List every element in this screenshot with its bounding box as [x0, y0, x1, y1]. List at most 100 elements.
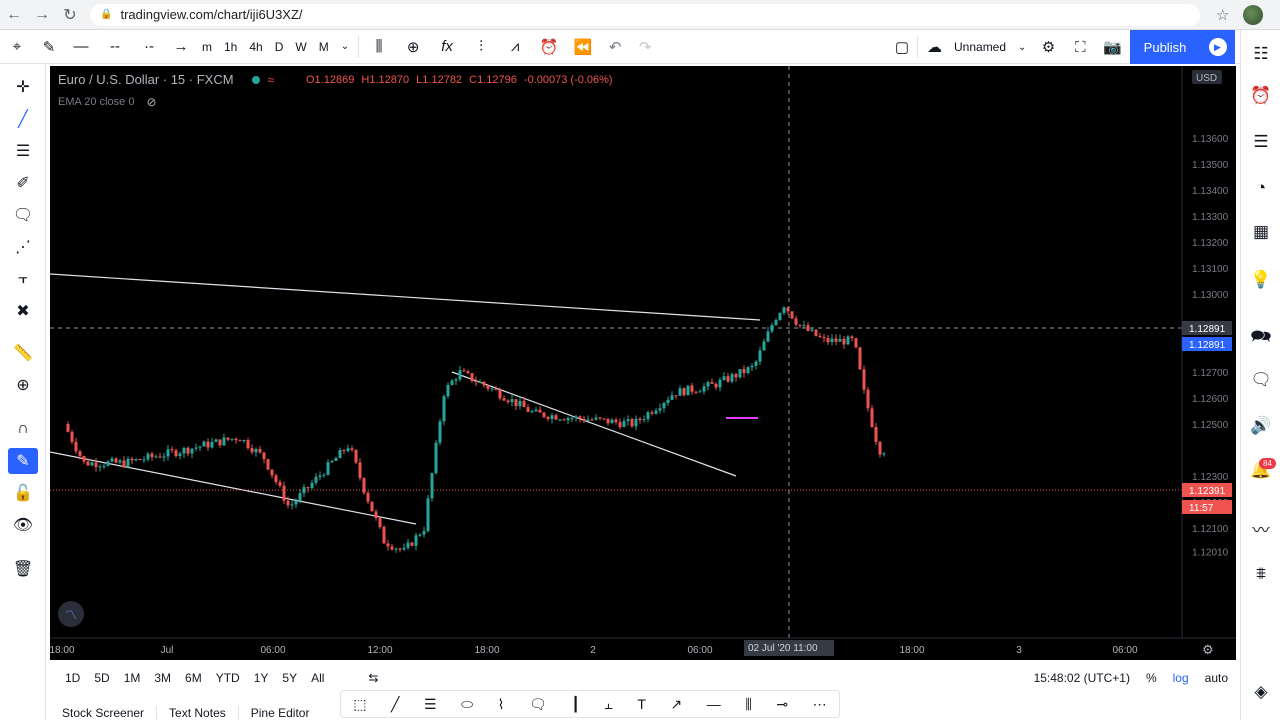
line-tool-icon[interactable]: ╱ [391, 696, 399, 713]
ellipse-icon[interactable]: ⬭ [461, 696, 473, 713]
line-style-3-icon[interactable]: ·- [132, 30, 166, 64]
interval-4h[interactable]: 4h [243, 30, 268, 64]
ray-icon[interactable]: ⊸ [776, 696, 788, 713]
clock-time[interactable]: 15:48:02 (UTC+1) [1034, 671, 1130, 685]
watchlist-icon[interactable]: ☷ [1249, 42, 1273, 66]
address-bar[interactable]: 🔒 tradingview.com/chart/iji6U3XZ/ [90, 3, 1200, 26]
interval-w[interactable]: W [289, 30, 312, 64]
tab-text-notes[interactable]: Text Notes [156, 706, 238, 720]
data-window-icon[interactable]: ☰ [1249, 130, 1273, 154]
interval-mo[interactable]: M [313, 30, 335, 64]
trend-icon[interactable]: 〰 [1249, 516, 1273, 540]
ruler-icon[interactable]: 📏 [8, 340, 38, 366]
range-3m[interactable]: 3M [147, 671, 178, 685]
back-icon[interactable]: ← [0, 1, 28, 29]
forecast-icon[interactable]: ⫟ [8, 266, 38, 292]
compare-icon[interactable]: ⊕ [396, 30, 430, 64]
chat-icon[interactable]: 🗪 [1249, 326, 1273, 350]
templates-icon[interactable]: ⩘ [498, 30, 532, 64]
path-icon[interactable]: ⌇ [498, 696, 505, 713]
publish-button[interactable]: Publish [1130, 30, 1200, 64]
settings-gear-icon[interactable]: ⚙ [1032, 30, 1064, 64]
streams-icon[interactable]: 🔊 [1249, 414, 1273, 438]
forward-icon[interactable]: → [28, 1, 56, 29]
parallel-icon[interactable]: ☰ [424, 696, 437, 713]
goto-date-icon[interactable]: ⇆ [361, 671, 385, 685]
tab-pine-editor[interactable]: Pine Editor [237, 706, 322, 720]
range-ytd[interactable]: YTD [209, 671, 247, 685]
redo-icon[interactable]: ↷ [630, 30, 660, 64]
tab-stock-screener[interactable]: Stock Screener [50, 706, 156, 720]
lock-drawings-icon[interactable]: 🔓 [8, 480, 38, 506]
close-icon[interactable]: ✖ [8, 298, 38, 324]
cross-cursor-icon[interactable]: ✛ [8, 74, 38, 100]
messages-icon[interactable]: 🗨 [1249, 368, 1273, 392]
candle-type-icon[interactable]: ⫼ [362, 30, 396, 64]
hotlist-icon[interactable]: ◔ [1249, 176, 1273, 200]
reload-icon[interactable]: ↻ [56, 1, 84, 29]
line-style-2-icon[interactable]: -- [98, 30, 132, 64]
layers-icon[interactable]: ◈ [1249, 680, 1273, 704]
indicator-legend[interactable]: EMA 20 close 0 ⊘ [58, 95, 157, 109]
candles-icon[interactable]: ⫼ [745, 696, 751, 713]
play-button[interactable]: ▶ [1200, 30, 1235, 64]
hide-drawings-icon[interactable]: 👁 [8, 512, 38, 538]
range-5d[interactable]: 5D [87, 671, 116, 685]
alarm-icon[interactable]: ⏰ [1249, 84, 1273, 108]
stay-in-drawing-mode-icon[interactable]: ✎ [8, 448, 38, 474]
price-chart-svg[interactable]: 1.13600 1.13500 1.13400 1.13300 1.13200 1.131… [50, 66, 1236, 660]
undo-icon[interactable]: ↶ [600, 30, 630, 64]
percent-toggle[interactable]: % [1146, 671, 1157, 685]
profile-avatar[interactable] [1243, 4, 1264, 25]
rect-select-icon[interactable]: ⬚ [353, 696, 366, 713]
range-1y[interactable]: 1Y [247, 671, 276, 685]
range-5y[interactable]: 5Y [275, 671, 304, 685]
crosshair-icon[interactable]: ⌖ [0, 30, 34, 64]
line-style-4-icon[interactable]: → [166, 30, 196, 64]
auto-toggle[interactable]: auto [1205, 671, 1228, 685]
zoom-icon[interactable]: ⊕ [8, 372, 38, 398]
horizontal-line-icon[interactable]: — [707, 696, 721, 712]
select-layout-icon[interactable]: ▢ [890, 30, 914, 64]
hidden-eye-icon[interactable]: ⊘ [146, 95, 156, 109]
vertical-line-icon[interactable]: ┃ [571, 696, 579, 713]
log-toggle[interactable]: log [1173, 671, 1189, 685]
range-1m[interactable]: 1M [117, 671, 148, 685]
financials-icon[interactable]: ⫶ [464, 30, 498, 64]
fullscreen-icon[interactable]: ⛶ [1064, 30, 1096, 64]
chart-pane[interactable]: 1.13600 1.13500 1.13400 1.13300 1.13200 1.131… [50, 66, 1236, 660]
layout-chevron-icon[interactable]: ⌄ [1012, 30, 1032, 64]
camera-icon[interactable]: 📷 [1096, 30, 1128, 64]
pencil-icon[interactable]: ✎ [34, 30, 64, 64]
more-tools-icon[interactable]: ⋯ [813, 696, 827, 713]
trash-icon[interactable]: 🗑 [8, 556, 38, 582]
trend-line-icon[interactable]: ╱ [8, 106, 38, 132]
levels-icon[interactable]: ⫠ [604, 696, 612, 713]
range-6m[interactable]: 6M [178, 671, 209, 685]
magnet-icon[interactable]: ∩ [8, 416, 38, 442]
arrow-tool-icon[interactable]: ↗ [671, 696, 683, 713]
pattern-icon[interactable]: ⋰ [8, 234, 38, 260]
range-1d[interactable]: 1D [58, 671, 87, 685]
calendar-icon[interactable]: ▦ [1249, 220, 1273, 244]
interval-d[interactable]: D [269, 30, 290, 64]
indicators-icon[interactable]: fx [430, 30, 464, 64]
line-style-1-icon[interactable]: — [64, 30, 98, 64]
alert-icon[interactable]: ⏰ [532, 30, 566, 64]
tradingview-logo[interactable]: 〽 [58, 601, 84, 627]
text-annotation-icon[interactable]: 🗨 [8, 202, 38, 228]
text-tool-icon[interactable]: T [637, 696, 646, 712]
bookmark-star-icon[interactable]: ☆ [1216, 6, 1229, 24]
fib-icon[interactable]: ☰ [8, 138, 38, 164]
range-all[interactable]: All [304, 671, 331, 685]
interval-1h[interactable]: 1h [218, 30, 243, 64]
chevron-down-icon[interactable]: ⌄ [335, 30, 355, 64]
dom-icon[interactable]: ⩨ [1249, 562, 1273, 586]
ideas-icon[interactable]: 💡 [1249, 268, 1273, 292]
callout-icon[interactable]: 🗨 [529, 696, 547, 713]
layout-name[interactable]: Unnamed [948, 30, 1012, 64]
symbol-legend[interactable]: Euro / U.S. Dollar · 15 · FXCM ≈ [58, 72, 274, 87]
interval-m[interactable]: m [196, 30, 218, 64]
replay-rewind-icon[interactable]: ⏪ [566, 30, 600, 64]
brush-icon[interactable]: ✐ [8, 170, 38, 196]
